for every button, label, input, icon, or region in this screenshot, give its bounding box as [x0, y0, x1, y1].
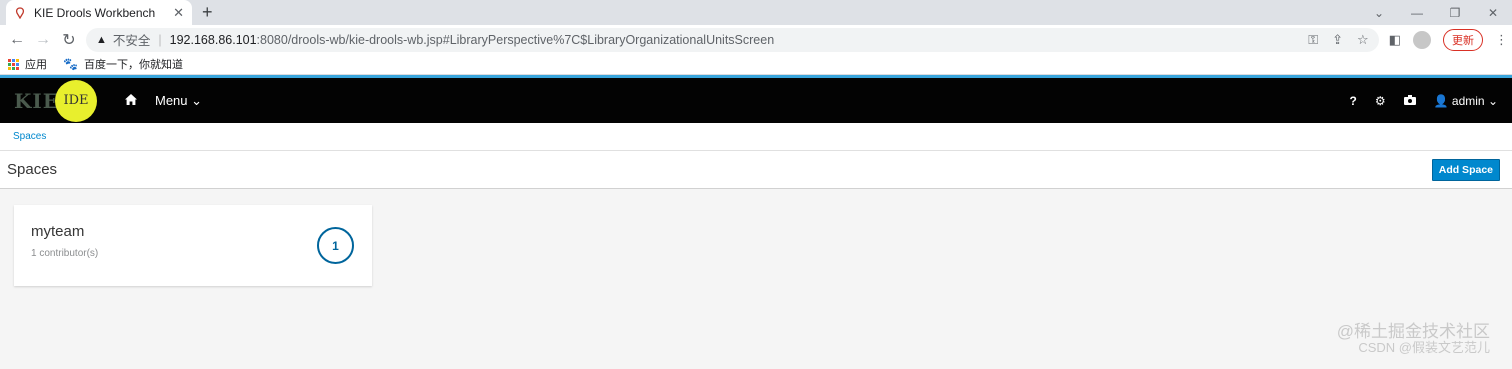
update-button[interactable]: 更新 [1443, 28, 1483, 51]
bookmark-apps[interactable]: 应用 [8, 56, 47, 72]
url-host: 192.168.86.101 [169, 32, 257, 47]
page-header: Spaces Add Space [0, 151, 1512, 189]
user-menu[interactable]: 👤 admin ⌄ [1434, 94, 1498, 108]
bookmark-baidu[interactable]: 🐾 百度一下，你就知道 [63, 56, 183, 72]
chevron-down-icon: ⌄ [191, 92, 203, 108]
window-controls: ⌄ — ❐ ✕ [1360, 0, 1512, 25]
bookmark-label: 应用 [25, 59, 47, 71]
browser-tab-bar: KIE Drools Workbench ✕ + ⌄ — ❐ ✕ [0, 0, 1512, 25]
add-space-button[interactable]: Add Space [1431, 158, 1500, 181]
back-icon[interactable]: ← [4, 31, 30, 49]
breadcrumb-spaces-link[interactable]: Spaces [13, 131, 46, 142]
apps-icon [8, 58, 19, 70]
tab-search-icon[interactable]: ⌄ [1360, 6, 1398, 20]
app-navbar: KIE IDE Menu ⌄ ? ⚙ 👤 admin ⌄ [0, 78, 1512, 123]
space-name: myteam [31, 223, 85, 240]
address-bar: ← → ↻ ▲ 不安全 | 192.168.86.101 :8080/drool… [0, 25, 1512, 54]
share-icon[interactable]: ⇪ [1332, 32, 1343, 48]
menu-label: Menu [154, 92, 188, 108]
side-panel-icon[interactable]: ◧ [1389, 32, 1401, 48]
baidu-icon: 🐾 [63, 57, 78, 71]
url-separator: | [158, 32, 162, 47]
profile-avatar-icon[interactable] [1413, 30, 1431, 49]
user-name: admin [1451, 93, 1485, 108]
brand-kie: KIE [14, 88, 59, 113]
url-path: :8080/drools-wb/kie-drools-wb.jsp#Librar… [256, 32, 775, 47]
home-icon[interactable] [124, 93, 137, 108]
watermark-line2: CSDN @假装文艺范儿 [1358, 340, 1490, 355]
browser-tab[interactable]: KIE Drools Workbench ✕ [6, 0, 192, 25]
brand-ide-badge: IDE [54, 79, 97, 122]
insecure-label[interactable]: 不安全 [113, 30, 151, 49]
minimize-icon[interactable]: — [1398, 6, 1436, 20]
bookmark-star-icon[interactable]: ☆ [1357, 32, 1369, 48]
space-card[interactable]: myteam 1 contributor(s) 1 [14, 205, 372, 286]
watermark: @稀土掘金技术社区 CSDN @假装文艺范儿 [1336, 322, 1490, 356]
page-title: Spaces [7, 161, 58, 178]
watermark-line1: @稀土掘金技术社区 [1336, 322, 1490, 341]
user-icon: 👤 [1433, 93, 1449, 108]
forward-icon[interactable]: → [30, 31, 56, 49]
kie-favicon-icon [14, 6, 26, 19]
project-count-badge: 1 [317, 227, 354, 264]
breadcrumb: Spaces [0, 123, 1512, 151]
url-input[interactable]: ▲ 不安全 | 192.168.86.101 :8080/drools-wb/k… [86, 27, 1379, 52]
tab-title: KIE Drools Workbench [34, 5, 156, 20]
warning-icon[interactable]: ▲ [96, 34, 107, 46]
reload-icon[interactable]: ↻ [56, 30, 82, 50]
spaces-content: myteam 1 contributor(s) 1 @稀土掘金技术社区 CSDN… [0, 189, 1512, 364]
browser-menu-icon[interactable]: ⋮ [1495, 32, 1508, 48]
new-tab-button[interactable]: + [202, 2, 213, 22]
bookmark-label: 百度一下，你就知道 [83, 59, 183, 71]
window-close-icon[interactable]: ✕ [1474, 6, 1512, 20]
menu-dropdown[interactable]: Menu ⌄ [155, 93, 202, 109]
tab-close-icon[interactable]: ✕ [173, 5, 184, 21]
gear-icon[interactable]: ⚙ [1375, 94, 1386, 108]
space-contributors: 1 contributor(s) [31, 248, 99, 259]
brand-logo[interactable]: KIE IDE [14, 79, 97, 122]
restore-icon[interactable]: ❐ [1436, 6, 1474, 20]
chevron-down-icon: ⌄ [1487, 93, 1498, 108]
key-icon[interactable]: ⚿ [1308, 32, 1318, 48]
help-icon[interactable]: ? [1350, 94, 1357, 108]
bookmarks-bar: 应用 🐾 百度一下，你就知道 [0, 54, 1512, 75]
camera-icon[interactable] [1403, 94, 1416, 108]
